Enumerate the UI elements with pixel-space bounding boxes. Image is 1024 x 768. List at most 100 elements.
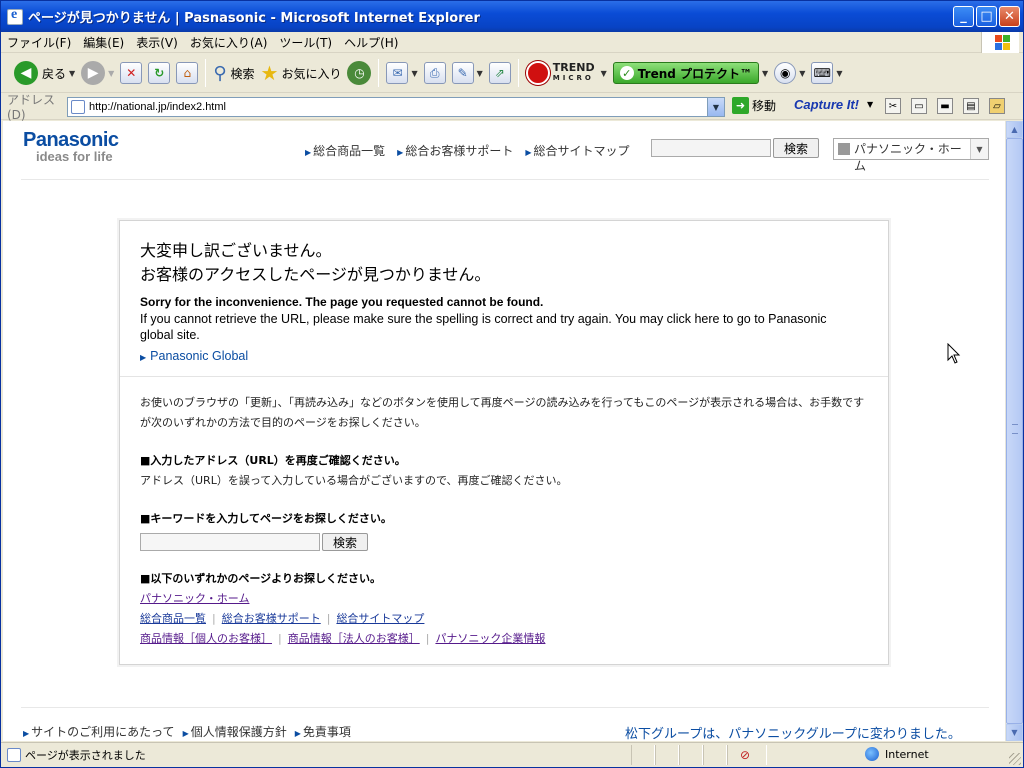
resize-grip-icon[interactable] xyxy=(1009,753,1021,765)
close-button[interactable]: ✕ xyxy=(999,6,1020,27)
back-button[interactable]: ◀ 戻る ▼ xyxy=(11,57,78,89)
panasonic-logo[interactable]: Panasonic ideas for life xyxy=(23,129,119,164)
link-home-row: パナソニック・ホーム xyxy=(140,589,870,609)
favorites-button[interactable]: ★ お気に入り xyxy=(258,57,345,89)
mail-dropdown-icon[interactable]: ▼ xyxy=(411,69,417,78)
footer-privacy[interactable]: ▶ 個人情報保護方針 xyxy=(183,723,287,740)
footer-divider xyxy=(21,707,989,708)
scroll-up-icon[interactable]: ▲ xyxy=(1006,121,1023,138)
trend-protect-dropdown-icon[interactable]: ▼ xyxy=(762,69,768,78)
scroll-thumb[interactable] xyxy=(1006,138,1023,724)
trend-protect-badge: ✓ Trend プロテクト™ xyxy=(612,62,760,84)
trend-micro-logo-icon xyxy=(525,61,550,85)
wireless-dropdown-icon[interactable]: ▼ xyxy=(799,69,805,78)
menu-file[interactable]: ファイル(F) xyxy=(1,34,77,51)
folder-icon[interactable]: ▱ xyxy=(989,98,1005,114)
status-panes: ⊘ xyxy=(631,745,767,765)
keyboard-icon: ⌨ xyxy=(811,62,834,84)
triangle-icon: ▶ xyxy=(23,729,30,738)
refresh-button[interactable]: ↻ xyxy=(145,57,173,89)
scroll-down-icon[interactable]: ▼ xyxy=(1006,724,1023,741)
topnav-support-link[interactable]: 総合お客様サポート xyxy=(405,144,513,158)
trend-micro-button[interactable]: TREND MICRO ▼ xyxy=(523,57,610,89)
topnav-products-link[interactable]: 総合商品一覧 xyxy=(313,144,385,158)
go-button[interactable]: ➜ 移動 xyxy=(732,97,776,114)
search-button[interactable]: ⚲ 検索 xyxy=(210,57,257,89)
header-search-button[interactable]: 検索 xyxy=(773,138,819,158)
forward-dropdown-icon[interactable]: ▼ xyxy=(108,69,114,78)
home-button[interactable]: ⌂ xyxy=(173,57,201,89)
messenger-button[interactable]: ⇗ xyxy=(486,57,514,89)
link-support[interactable]: 総合お客様サポート xyxy=(222,612,321,625)
toolbar-separator xyxy=(205,59,207,87)
menu-view[interactable]: 表示(V) xyxy=(130,34,184,51)
keyboard-dropdown-icon[interactable]: ▼ xyxy=(836,69,842,78)
link-corporate-info[interactable]: パナソニック企業情報 xyxy=(435,632,545,645)
menu-help[interactable]: ヘルプ(H) xyxy=(338,34,404,51)
footer-disclaimer[interactable]: ▶ 免責事項 xyxy=(295,723,351,740)
toolbar-separator xyxy=(378,59,380,87)
help-paragraph: お使いのブラウザの「更新」、「再読み込み」などのボタンを使用して再度ページの読み… xyxy=(140,396,865,429)
forward-button[interactable]: ▶ ▼ xyxy=(78,57,117,89)
capture-window-icon[interactable]: ▬ xyxy=(937,98,953,114)
topnav-sitemap[interactable]: ▶ 総合サイトマップ xyxy=(525,142,629,159)
link-products[interactable]: 総合商品一覧 xyxy=(140,612,206,625)
error-heading-line1: 大変申し訳ございません。 xyxy=(140,241,332,260)
topnav-products[interactable]: ▶ 総合商品一覧 xyxy=(305,142,385,159)
stop-button[interactable]: ✕ xyxy=(117,57,145,89)
title-bar[interactable]: ページが見つかりません | Pasnasonic - Microsoft Int… xyxy=(1,1,1023,32)
window-link-icon: ⇗ xyxy=(488,62,511,84)
home-select[interactable]: パナソニック・ホーム ▼ xyxy=(833,138,989,173)
history-button[interactable]: ◷ xyxy=(344,57,374,89)
footer-disclaimer-label: 免責事項 xyxy=(302,725,351,739)
footer-terms[interactable]: ▶ サイトのご利用にあたって xyxy=(23,723,175,740)
edit-button[interactable]: ✎ ▼ xyxy=(449,57,486,89)
status-pane xyxy=(631,745,655,765)
standard-toolbar: ◀ 戻る ▼ ▶ ▼ ✕ ↻ ⌂ ⚲ 検索 ★ お気に入り ◷ ✉ ▼ ⎙ ✎ … xyxy=(1,54,1023,93)
keyword-search-button[interactable]: 検索 xyxy=(322,533,368,551)
capture-region-icon[interactable]: ▭ xyxy=(911,98,927,114)
minimize-button[interactable]: _ xyxy=(953,6,974,27)
privacy-icon[interactable]: ⊘ xyxy=(740,748,766,762)
link-panasonic-home[interactable]: パナソニック・ホーム xyxy=(140,592,249,605)
menu-edit[interactable]: 編集(E) xyxy=(77,34,130,51)
address-input[interactable]: http://national.jp/index2.html ▼ xyxy=(67,97,725,117)
menu-tools[interactable]: ツール(T) xyxy=(273,34,338,51)
links-row-1: 総合商品一覧 | 総合お客様サポート | 総合サイトマップ xyxy=(140,609,870,629)
trend-dropdown-icon[interactable]: ▼ xyxy=(601,69,607,78)
capture-dropdown-icon[interactable]: ▼ xyxy=(867,100,873,109)
vertical-scrollbar[interactable]: ▲ ▼ xyxy=(1005,121,1023,741)
menu-favorites[interactable]: お気に入り(A) xyxy=(184,34,274,51)
link-separator: | xyxy=(326,612,331,625)
link-products-personal[interactable]: 商品情報［個人のお客様］ xyxy=(140,632,272,645)
search-icon: ⚲ xyxy=(213,62,227,84)
capture-page-icon[interactable]: ▤ xyxy=(963,98,979,114)
select-dropdown-icon[interactable]: ▼ xyxy=(970,139,988,159)
maximize-button[interactable]: □ xyxy=(976,6,997,27)
topnav-sitemap-link[interactable]: 総合サイトマップ xyxy=(534,144,630,158)
edit-dropdown-icon[interactable]: ▼ xyxy=(477,69,483,78)
wireless-button[interactable]: ◉ ▼ xyxy=(771,57,808,89)
error-english-text: If you cannot retrieve the URL, please m… xyxy=(140,312,827,342)
trend-protect-button[interactable]: ✓ Trend プロテクト™ ▼ xyxy=(610,57,771,89)
back-dropdown-icon[interactable]: ▼ xyxy=(69,69,75,78)
back-arrow-icon: ◀ xyxy=(14,61,38,85)
footer-terms-label: サイトのご利用にあたって xyxy=(31,725,175,739)
mail-button[interactable]: ✉ ▼ xyxy=(383,57,420,89)
security-zone[interactable]: Internet xyxy=(865,747,929,761)
globe-icon xyxy=(865,747,879,761)
capture-it-button[interactable]: Capture It! xyxy=(794,97,859,112)
print-button[interactable]: ⎙ xyxy=(421,57,449,89)
group-rename-notice-link[interactable]: 松下グループは、パナソニックグループに変わりました。 xyxy=(625,723,961,741)
link-sitemap[interactable]: 総合サイトマップ xyxy=(336,612,424,625)
keyboard-button[interactable]: ⌨ ▼ xyxy=(808,57,845,89)
scissors-icon[interactable]: ✂ xyxy=(885,98,901,114)
link-products-business[interactable]: 商品情報［法人のお客様］ xyxy=(288,632,420,645)
panasonic-global-link[interactable]: ▶ Panasonic Global xyxy=(140,349,248,363)
keyword-search-input[interactable] xyxy=(140,533,320,551)
link-separator: | xyxy=(278,632,282,645)
favorites-label: お気に入り xyxy=(281,66,342,81)
topnav-support[interactable]: ▶ 総合お客様サポート xyxy=(397,142,513,159)
header-search-input[interactable] xyxy=(651,139,771,157)
address-dropdown-icon[interactable]: ▼ xyxy=(707,98,724,116)
